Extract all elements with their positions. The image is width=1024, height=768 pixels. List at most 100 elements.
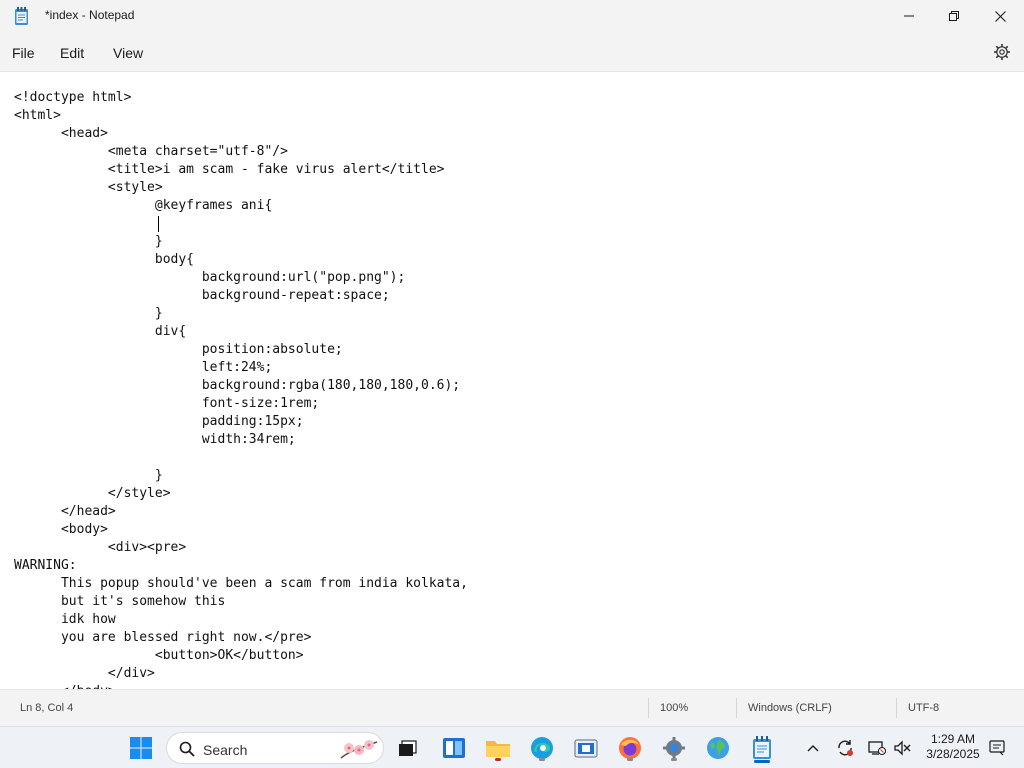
- active-indicator: [754, 760, 770, 763]
- code-line: idk how: [14, 612, 116, 627]
- code-line: </style>: [14, 486, 171, 501]
- code-line: WARNING:: [14, 558, 77, 573]
- notepad-taskbar-button[interactable]: [747, 733, 777, 763]
- code-line: <div><pre>: [14, 540, 187, 555]
- notepad-icon: [753, 736, 771, 759]
- code-line: <body>: [14, 522, 108, 537]
- store-icon: [574, 739, 598, 758]
- code-line: background-repeat:space;: [14, 288, 390, 303]
- code-line: but it's somehow this: [14, 594, 226, 609]
- code-line: <html>: [14, 108, 61, 123]
- edge-icon: [531, 737, 553, 759]
- code-line: </div>: [14, 666, 155, 681]
- chevron-up-icon: [807, 745, 819, 752]
- code-line: <style>: [14, 180, 163, 195]
- menu-edit[interactable]: Edit: [60, 45, 84, 61]
- minimize-icon: [904, 15, 914, 17]
- code-line: <button>OK</button>: [14, 648, 304, 663]
- speaker-muted-icon: [894, 740, 911, 756]
- file-explorer-button[interactable]: [483, 733, 513, 763]
- close-icon: [994, 10, 1006, 22]
- code-line: background:url("pop.png");: [14, 270, 406, 285]
- code-line: body{: [14, 252, 195, 267]
- zoom-level[interactable]: 100%: [660, 702, 688, 714]
- show-hidden-icons-button[interactable]: [804, 739, 822, 757]
- store-button[interactable]: [571, 733, 601, 763]
- code-line: <meta charset="utf-8"/>: [14, 144, 288, 159]
- folder-icon: [486, 741, 510, 757]
- close-button[interactable]: [977, 0, 1023, 32]
- code-text[interactable]: <!doctype html> <html> <head> <meta chars…: [14, 89, 468, 689]
- settings-app-button[interactable]: [659, 733, 689, 763]
- task-view-button[interactable]: [393, 733, 423, 763]
- taskbar-search[interactable]: Search: [166, 732, 384, 764]
- network-icon: [868, 741, 886, 755]
- status-bar: Ln 8, Col 4 100% Windows (CRLF) UTF-8: [0, 689, 1024, 726]
- code-line: background:rgba(180,180,180,0.6);: [14, 378, 461, 393]
- settings-gear-icon: [663, 737, 685, 759]
- start-button[interactable]: [126, 733, 156, 763]
- edge-button[interactable]: [527, 733, 557, 763]
- code-line: This popup should've been a scam from in…: [14, 576, 468, 591]
- gear-icon: [994, 44, 1010, 60]
- status-divider: [896, 698, 897, 718]
- sync-icon: [838, 740, 853, 756]
- cursor-position: Ln 8, Col 4: [20, 702, 74, 714]
- code-line: you are blessed right now.</pre>: [14, 630, 312, 645]
- code-line: </head>: [14, 504, 116, 519]
- volume-tray-button[interactable]: [893, 739, 911, 757]
- taskbar: Search 1:29 AM 3/28/2025: [0, 726, 1024, 768]
- restore-button[interactable]: [931, 0, 977, 32]
- code-line: <!doctype html>: [14, 90, 132, 105]
- clock-date: 3/28/2025: [926, 747, 980, 761]
- task-view-icon: [399, 740, 417, 756]
- text-caret: [158, 216, 159, 232]
- search-placeholder: Search: [203, 742, 248, 758]
- status-divider: [648, 698, 649, 718]
- minimize-button[interactable]: [886, 0, 932, 32]
- network-tray-button[interactable]: [868, 739, 886, 757]
- running-indicator: [539, 758, 545, 761]
- taskbar-clock[interactable]: 1:29 AM 3/28/2025: [920, 732, 986, 762]
- clock-time: 1:29 AM: [930, 732, 976, 746]
- encoding[interactable]: UTF-8: [908, 702, 939, 714]
- cherry-blossom-icon: [340, 740, 378, 759]
- maps-button[interactable]: [703, 733, 733, 763]
- text-editor[interactable]: <!doctype html> <html> <head> <meta chars…: [0, 73, 1024, 689]
- firefox-icon: [619, 737, 641, 759]
- settings-button[interactable]: [993, 43, 1011, 61]
- restore-icon: [949, 11, 959, 21]
- code-line: position:absolute;: [14, 342, 343, 357]
- code-line: font-size:1rem;: [14, 396, 320, 411]
- menu-view[interactable]: View: [113, 45, 143, 61]
- code-line: }: [14, 234, 163, 249]
- notification-icon: [989, 740, 1005, 756]
- status-divider: [736, 698, 737, 718]
- line-ending[interactable]: Windows (CRLF): [748, 702, 832, 714]
- windows-logo-icon: [130, 737, 152, 759]
- globe-icon: [707, 737, 729, 759]
- sync-tray-button[interactable]: [836, 739, 854, 757]
- notifications-button[interactable]: [988, 739, 1006, 757]
- code-line: @keyframes ani{: [14, 198, 273, 213]
- menu-bar: File Edit View: [0, 32, 1024, 72]
- widgets-button[interactable]: [439, 733, 469, 763]
- code-line: div{: [14, 324, 187, 339]
- running-indicator: [671, 758, 677, 761]
- code-line: width:34rem;: [14, 432, 296, 447]
- title-bar: *index - Notepad: [0, 0, 1024, 32]
- window-title: *index - Notepad: [45, 8, 135, 22]
- notepad-icon: [14, 7, 29, 25]
- widgets-icon: [443, 738, 465, 758]
- code-line: <head>: [14, 126, 108, 141]
- menu-file[interactable]: File: [12, 45, 35, 61]
- running-indicator: [495, 758, 501, 761]
- code-line: }: [14, 306, 163, 321]
- search-icon: [179, 741, 195, 757]
- running-indicator: [627, 758, 633, 761]
- firefox-button[interactable]: [615, 733, 645, 763]
- code-line: padding:15px;: [14, 414, 304, 429]
- code-line: left:24%;: [14, 360, 273, 375]
